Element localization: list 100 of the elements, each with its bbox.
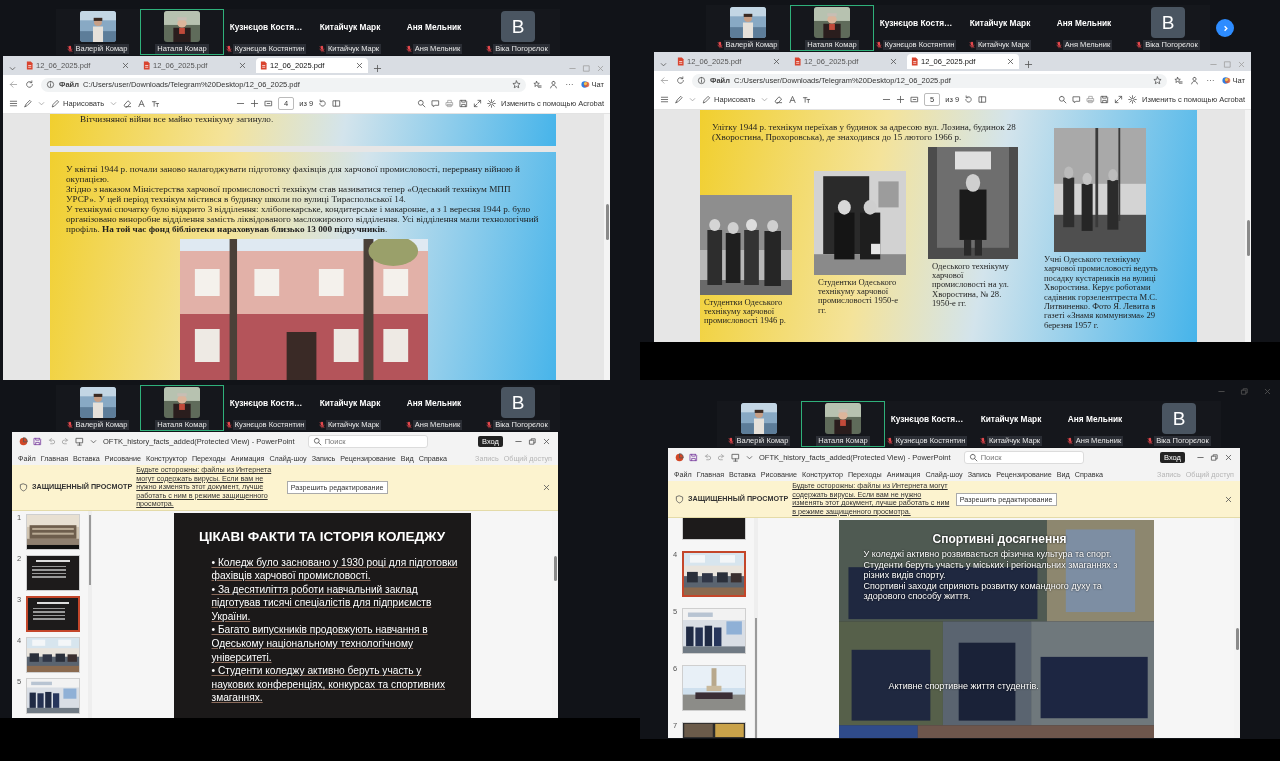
present-icon[interactable] (731, 453, 740, 462)
search-icon[interactable] (1058, 95, 1068, 104)
slide-thumbnail[interactable] (26, 595, 80, 632)
save-icon[interactable] (33, 437, 42, 446)
list-icon[interactable] (9, 99, 18, 108)
document-icon (794, 57, 801, 66)
present-icon[interactable] (75, 437, 84, 446)
expand-icon[interactable] (473, 99, 483, 108)
refresh-icon[interactable] (676, 76, 685, 85)
close-icon[interactable] (542, 482, 551, 492)
favorites-icon[interactable] (532, 80, 542, 89)
document-icon (143, 61, 150, 70)
eraser-icon[interactable] (774, 95, 784, 104)
close-icon[interactable] (1224, 453, 1233, 462)
slide-text: Спортивні заходи сприяють розвитку командного духу та здорового способу життя. (863, 580, 1103, 602)
back-arrow-icon[interactable] (660, 76, 669, 85)
slide-thumbnail[interactable] (682, 551, 746, 597)
scrollbar[interactable] (88, 510, 92, 718)
sidebar-icon[interactable] (978, 95, 988, 104)
close-icon[interactable] (1006, 57, 1015, 66)
next-button[interactable] (1216, 19, 1234, 37)
participant-name: Китайчук Марк (969, 17, 1031, 28)
bullet-item: • Коледж було засновано у 1930 році для підготовки фахівців харчової промисловості. (211, 555, 459, 583)
avatar: B (501, 387, 535, 418)
participant-name: Кузнєцов Костя… (229, 21, 303, 32)
search-icon[interactable] (968, 453, 978, 462)
list-icon[interactable] (660, 95, 669, 104)
plus-icon[interactable] (1024, 60, 1033, 69)
settings-icon[interactable] (1128, 95, 1138, 104)
close-icon[interactable] (355, 61, 364, 70)
info-icon[interactable] (697, 76, 706, 85)
text-icon[interactable] (788, 95, 798, 104)
save-icon[interactable] (459, 99, 469, 108)
caret-down-icon[interactable] (745, 453, 754, 462)
comment-icon[interactable] (431, 99, 441, 108)
paragraph: У технікумі спочатку було відкрито 3 відділення: хлібопекарське, кондитерське і макаронне, а з 1 вересня 1944 р. було організовано виноробне відділення замість ліквідованого масложирового відділення. Усі відділення мали технологічний профіль. На той час фонд бібліотеки нараховував близько 13 000 підручників. (66, 204, 540, 234)
rotate-icon[interactable] (964, 95, 974, 104)
rotate-icon[interactable] (318, 99, 328, 108)
shield-icon[interactable] (675, 494, 684, 504)
close-icon[interactable] (121, 61, 130, 70)
info-icon[interactable] (46, 80, 55, 89)
logo-icon (19, 437, 28, 446)
search-icon[interactable] (417, 99, 427, 108)
plus-icon[interactable] (250, 99, 260, 108)
shield-icon[interactable] (19, 482, 28, 492)
restore-icon[interactable] (1210, 453, 1219, 462)
text-icon[interactable] (137, 99, 147, 108)
eraser-icon[interactable] (123, 99, 133, 108)
sidebar-icon[interactable] (332, 99, 342, 108)
caret-down-icon[interactable] (659, 60, 668, 69)
close-icon[interactable] (1263, 386, 1272, 396)
print-icon[interactable] (445, 99, 455, 108)
bullet-item: • Багато випускників продовжують навчання в Одеському національному технологічному університеті. (211, 623, 429, 665)
save-icon[interactable] (689, 453, 698, 462)
plus-icon[interactable] (373, 64, 382, 73)
document-icon (26, 61, 33, 70)
plus-icon[interactable] (896, 95, 906, 104)
scrollbar[interactable] (754, 518, 758, 738)
caret-down-icon[interactable] (89, 437, 98, 446)
close-icon[interactable] (889, 57, 898, 66)
comment-icon[interactable] (1072, 95, 1082, 104)
logo-icon (675, 453, 684, 462)
fit-page-icon[interactable] (264, 99, 274, 108)
participant-name: Аня Мельник (1067, 413, 1123, 424)
avatar: B (1151, 7, 1185, 38)
settings-icon[interactable] (487, 99, 497, 108)
close-icon[interactable] (1224, 494, 1233, 504)
scrollbar[interactable] (604, 114, 610, 380)
caret-down-icon[interactable] (8, 64, 17, 73)
participant-name: Китайчук Марк (319, 21, 381, 32)
refresh-icon[interactable] (25, 80, 34, 89)
expand-icon[interactable] (1114, 95, 1124, 104)
paragraph: Вітчизняної війни все майно технікуму загинуло. (80, 114, 275, 124)
star-icon[interactable] (511, 80, 521, 89)
highlighter-icon[interactable] (23, 99, 32, 108)
slide-title: Спортивні досягнення (931, 532, 1068, 546)
save-icon[interactable] (1100, 95, 1110, 104)
slide-title: ЦІКАВІ ФАКТИ ТА ІСТОРІЯ КОЛЕДЖУ (197, 528, 447, 544)
close-icon[interactable] (238, 61, 247, 70)
restore-icon[interactable] (528, 437, 537, 446)
pen-icon[interactable] (702, 95, 711, 104)
star-icon[interactable] (1152, 76, 1162, 85)
pen-icon[interactable] (51, 99, 60, 108)
favorites-icon[interactable] (1173, 76, 1183, 85)
fit-page-icon[interactable] (910, 95, 920, 104)
close-icon[interactable] (772, 57, 781, 66)
profile-icon[interactable] (548, 80, 558, 89)
print-icon[interactable] (1086, 95, 1096, 104)
profile-icon[interactable] (1189, 76, 1199, 85)
highlighter-icon[interactable] (674, 95, 683, 104)
photo-caption: Студентки Одеського технікуму харчової промисловості 1950-е гг. (817, 277, 899, 316)
paragraph: Улітку 1944 р. технікум переїхав у будинок за адресою вул. Лозина, будинок 28 (Хворостина, Прохоровська), де знаходився до 15 лютого 1966 р. (711, 122, 1017, 144)
search-icon[interactable] (312, 437, 322, 446)
scrollbar[interactable] (1245, 110, 1251, 342)
participant-name: Кузнєцов Костя… (229, 397, 303, 408)
close-icon[interactable] (542, 437, 551, 446)
document-icon (260, 61, 267, 70)
back-arrow-icon[interactable] (9, 80, 18, 89)
participant-name: Аня Мельник (406, 21, 462, 32)
participant-name: Китайчук Марк (980, 413, 1042, 424)
